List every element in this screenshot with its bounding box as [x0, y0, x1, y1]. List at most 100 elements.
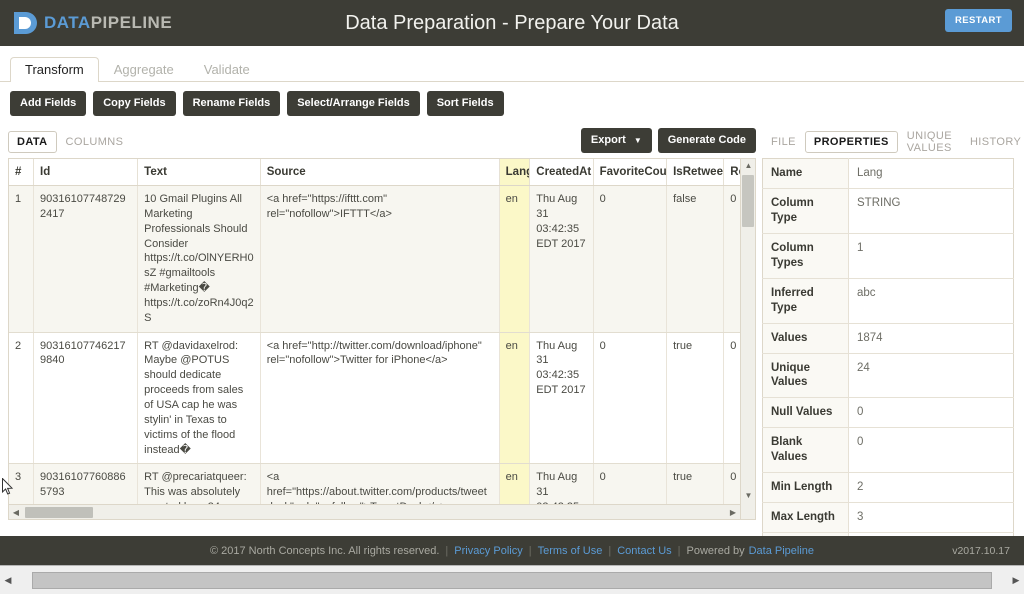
scroll-left-icon[interactable]: ◀: [9, 505, 23, 519]
cell-id: 903161077487292417: [33, 185, 139, 333]
scroll-left-icon[interactable]: ◀: [0, 575, 16, 586]
property-key: Values: [762, 323, 849, 354]
browser-scroll-thumb[interactable]: [32, 571, 992, 589]
datapipeline-logo-icon: [12, 10, 38, 36]
data-grid: # Id Text Source Lang CreatedAt Favorite…: [8, 158, 756, 520]
footer-separator: |: [528, 544, 532, 557]
table-row[interactable]: 1 903161077487292417 10 Gmail Plugins Al…: [9, 185, 755, 333]
property-key: Name: [762, 158, 849, 189]
horizontal-scroll-thumb[interactable]: [25, 507, 93, 518]
subtab-columns[interactable]: COLUMNS: [57, 131, 133, 153]
version-label: v2017.10.17: [952, 544, 1010, 557]
cell-isretweet: true: [666, 332, 725, 465]
property-row: Column Types 1: [762, 233, 1014, 279]
properties-table: Name Lang Column Type STRING Column Type…: [762, 158, 1014, 563]
scroll-right-icon[interactable]: ▶: [726, 505, 740, 519]
col-header-text[interactable]: Text: [137, 159, 261, 186]
property-key: Null Values: [762, 397, 849, 429]
generate-code-button[interactable]: Generate Code: [657, 128, 756, 153]
rename-fields-button[interactable]: Rename Fields: [182, 91, 281, 116]
grid-horizontal-scrollbar[interactable]: ◀ ▶: [9, 504, 740, 519]
copy-fields-button[interactable]: Copy Fields: [93, 91, 176, 116]
select-arrange-fields-button[interactable]: Select/Arrange Fields: [287, 91, 420, 116]
footer-separator: |: [445, 544, 449, 557]
cell-favoritecount: 0: [593, 332, 668, 465]
terms-of-use-link[interactable]: Terms of Use: [538, 545, 603, 557]
footer-separator: |: [608, 544, 612, 557]
cell-createdat: Thu Aug 31 03:42:35 EDT 2017: [529, 332, 594, 465]
property-value: abc: [848, 278, 1014, 324]
cell-lang: en: [499, 185, 531, 333]
property-row: Inferred Type abc: [762, 278, 1014, 324]
col-header-isretweet[interactable]: IsRetweet: [666, 159, 725, 186]
restart-button[interactable]: RESTART: [945, 9, 1012, 32]
properties-tab-bar: FILE PROPERTIES UNIQUE VALUES HISTORY: [762, 125, 1021, 159]
col-header-num[interactable]: #: [9, 159, 34, 186]
data-pane: DATA COLUMNS Export ▼ Generate Code # Id…: [8, 126, 756, 530]
add-fields-button[interactable]: Add Fields: [10, 91, 87, 116]
property-key: Inferred Type: [762, 278, 849, 324]
table-row[interactable]: 2 903161077462179840 RT @davidaxelrod: M…: [9, 332, 755, 465]
scroll-right-icon[interactable]: ▶: [1008, 575, 1024, 586]
cell-createdat: Thu Aug 31 03:42:35 EDT 2017: [529, 185, 594, 333]
data-pipeline-link[interactable]: Data Pipeline: [749, 545, 814, 557]
col-header-createdat[interactable]: CreatedAt: [529, 159, 594, 186]
scroll-down-icon[interactable]: ▼: [741, 489, 755, 503]
tab-transform[interactable]: Transform: [10, 57, 99, 82]
tab-unique-values[interactable]: UNIQUE VALUES: [898, 125, 961, 159]
property-key: Column Type: [762, 188, 849, 234]
sort-fields-button[interactable]: Sort Fields: [426, 91, 504, 116]
contact-us-link[interactable]: Contact Us: [617, 545, 671, 557]
property-row: Max Length 3: [762, 502, 1014, 534]
property-value: 0: [848, 427, 1014, 474]
property-value: 2: [848, 472, 1014, 504]
property-row: Unique Values 24: [762, 353, 1014, 399]
property-key: Unique Values: [762, 353, 849, 399]
cell-text: 10 Gmail Plugins All Marketing Professio…: [137, 185, 261, 333]
main-tab-bar: Transform Aggregate Validate: [0, 54, 1024, 82]
data-table: # Id Text Source Lang CreatedAt Favorite…: [9, 159, 755, 519]
cell-num: 1: [9, 185, 34, 333]
col-header-id[interactable]: Id: [33, 159, 139, 186]
property-value: Lang: [848, 158, 1014, 189]
table-header-row: # Id Text Source Lang CreatedAt Favorite…: [9, 159, 755, 186]
property-key: Blank Values: [762, 427, 849, 474]
tab-aggregate[interactable]: Aggregate: [99, 57, 189, 82]
powered-by-label: Powered by: [686, 544, 745, 557]
export-button[interactable]: Export ▼: [580, 128, 652, 153]
logo-text-data: DATA: [44, 13, 91, 32]
property-value: 1874: [848, 323, 1014, 354]
tab-validate[interactable]: Validate: [189, 57, 265, 82]
tab-properties[interactable]: PROPERTIES: [804, 131, 898, 153]
browser-horizontal-scrollbar[interactable]: ◀ ▶: [0, 565, 1024, 594]
col-header-lang[interactable]: Lang: [499, 159, 531, 186]
cell-favoritecount: 0: [593, 185, 668, 333]
cell-source: <a href="https://ifttt.com" rel="nofollo…: [260, 185, 500, 333]
export-label: Export: [590, 134, 626, 146]
property-key: Max Length: [762, 502, 849, 534]
property-row: Column Type STRING: [762, 188, 1014, 234]
property-key: Column Types: [762, 233, 849, 279]
tab-file[interactable]: FILE: [762, 131, 805, 153]
property-value: STRING: [848, 188, 1014, 234]
transform-action-bar: Add Fields Copy Fields Rename Fields Sel…: [0, 82, 1024, 126]
cell-source: <a href="http://twitter.com/download/iph…: [260, 332, 500, 465]
cell-lang: en: [499, 332, 531, 465]
vertical-scroll-thumb[interactable]: [742, 175, 754, 227]
cell-num: 2: [9, 332, 34, 465]
tab-history[interactable]: HISTORY: [961, 131, 1024, 153]
subtab-data[interactable]: DATA: [8, 131, 57, 153]
property-row: Values 1874: [762, 323, 1014, 354]
property-value: 0: [848, 397, 1014, 429]
property-value: 3: [848, 502, 1014, 534]
scroll-up-icon[interactable]: ▲: [741, 159, 755, 173]
col-header-favoritecount[interactable]: FavoriteCount: [593, 159, 668, 186]
cell-isretweet: false: [666, 185, 725, 333]
grid-vertical-scrollbar[interactable]: ▲ ▼: [740, 159, 755, 519]
footer-separator: |: [677, 544, 681, 557]
privacy-policy-link[interactable]: Privacy Policy: [454, 545, 522, 557]
logo-text-pipeline: PIPELINE: [90, 13, 173, 32]
col-header-source[interactable]: Source: [260, 159, 500, 186]
app-logo: DATAPIPELINE: [12, 10, 172, 36]
app-footer: © 2017 North Concepts Inc. All rights re…: [0, 536, 1024, 565]
